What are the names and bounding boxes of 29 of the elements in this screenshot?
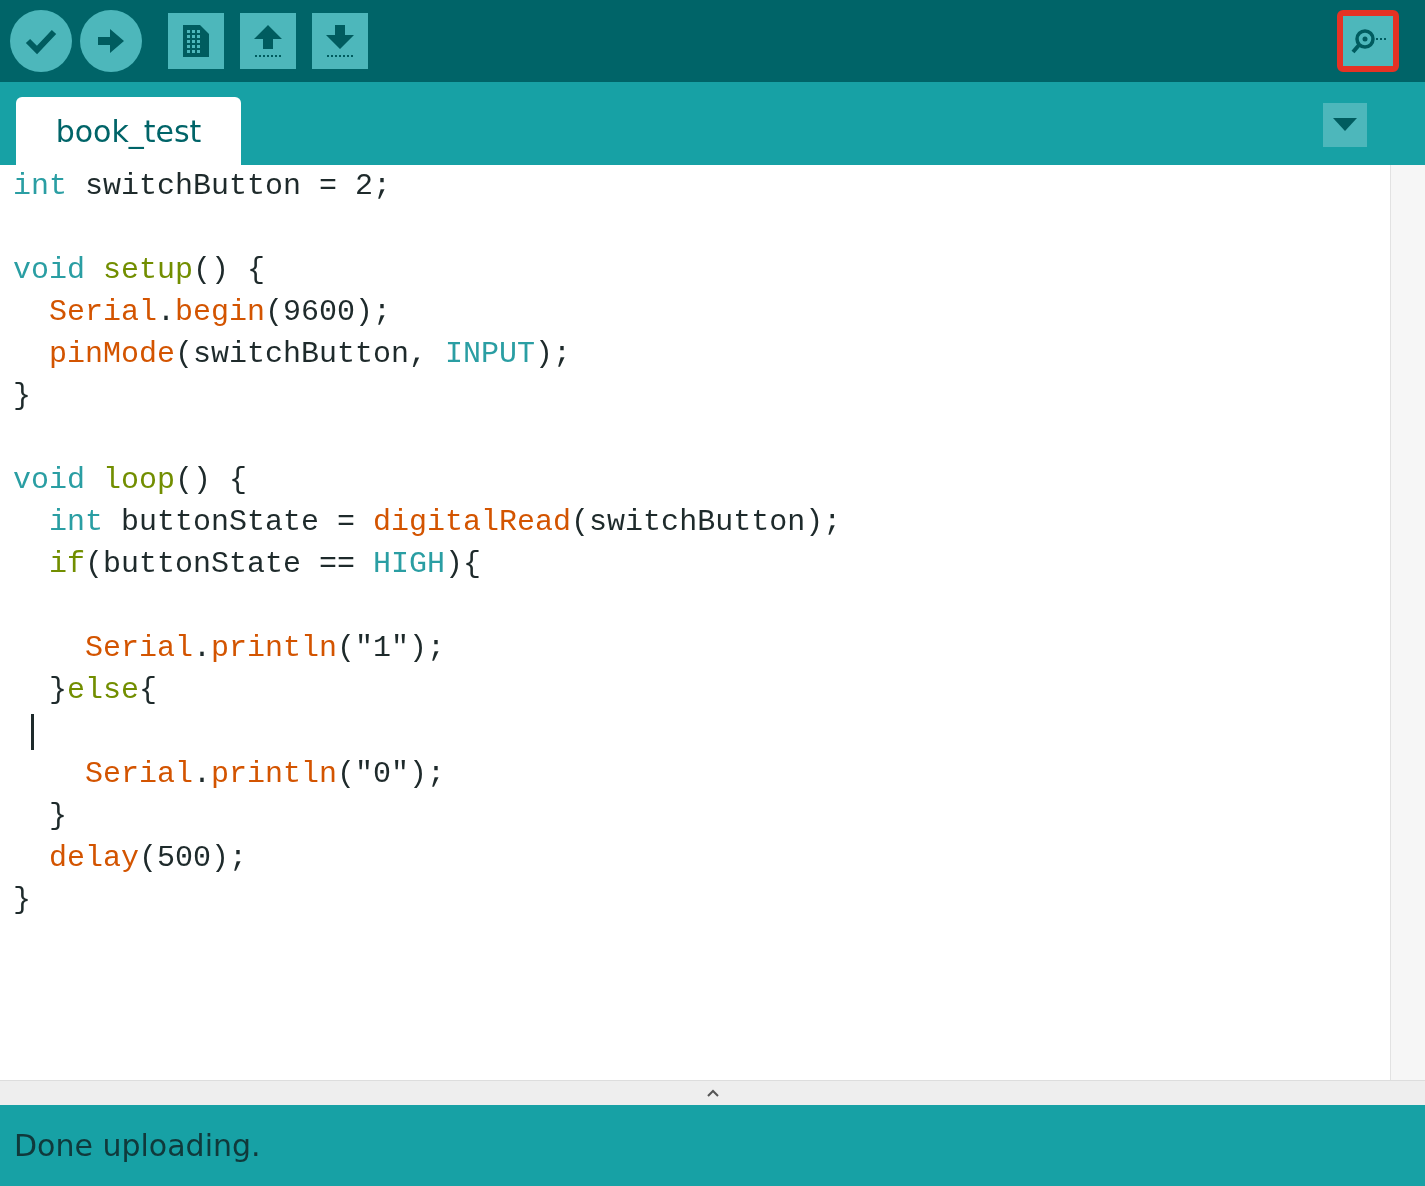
code-line: } xyxy=(13,378,32,415)
code-line: void loop() { xyxy=(13,462,249,499)
code-line: int buttonState = digitalRead(switchButton); xyxy=(48,504,843,541)
code-line: } xyxy=(48,798,68,835)
right-arrow-icon xyxy=(96,27,126,55)
save-button[interactable] xyxy=(312,13,368,69)
code-line: int switchButton = 2; xyxy=(13,168,393,205)
code-line: Serial.begin(9600); xyxy=(48,294,393,331)
sketch-tab[interactable]: book_test xyxy=(16,97,241,165)
open-button[interactable] xyxy=(240,13,296,69)
scrollbar[interactable] xyxy=(1390,165,1425,1080)
code-line: delay(500); xyxy=(48,840,249,877)
code-line: } xyxy=(13,882,32,919)
code-line: pinMode(switchButton, INPUT); xyxy=(48,336,573,373)
new-sketch-button[interactable] xyxy=(168,13,224,69)
code-line: Serial.println("1"); xyxy=(84,630,447,667)
checkmark-icon xyxy=(24,27,58,55)
code-line: Serial.println("0"); xyxy=(84,756,447,793)
down-arrow-icon xyxy=(324,23,356,59)
code-line: if(buttonState == HIGH){ xyxy=(48,546,483,583)
up-arrow-icon xyxy=(252,23,284,59)
splitter-caret-icon[interactable] xyxy=(706,1089,719,1097)
serial-monitor-button[interactable] xyxy=(1337,10,1399,72)
document-icon xyxy=(181,23,211,59)
tab-menu-button[interactable] xyxy=(1323,103,1367,147)
status-message: Done uploading. xyxy=(14,1128,261,1163)
code-line: }else{ xyxy=(48,672,159,709)
caret-icon xyxy=(1333,118,1357,132)
code-line: void setup() { xyxy=(13,252,267,289)
